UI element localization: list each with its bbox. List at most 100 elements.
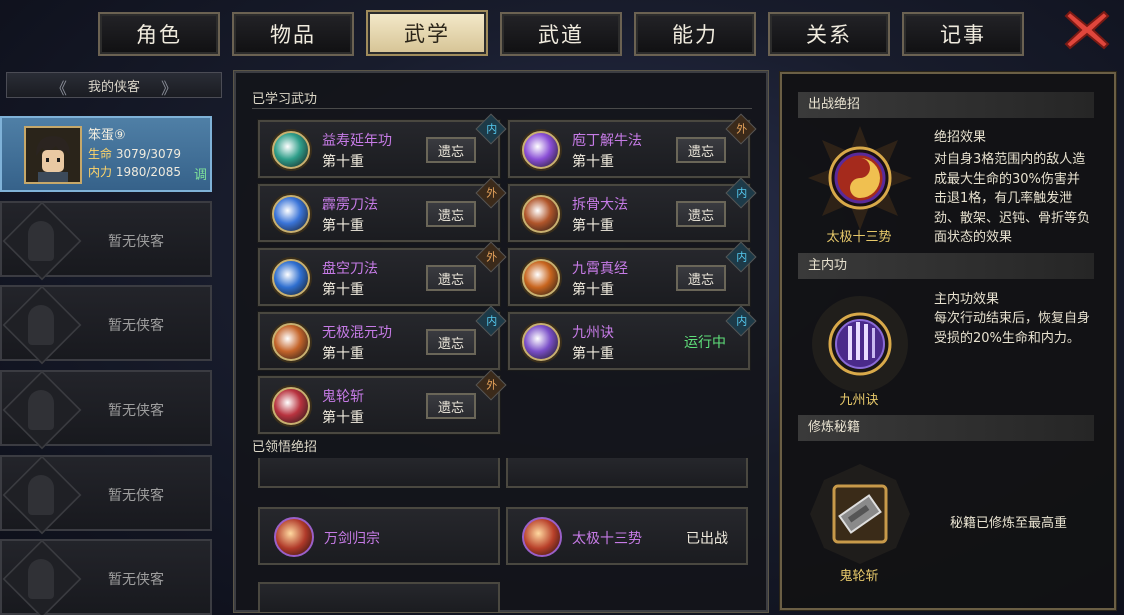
hero-name: 笨蛋⑨ bbox=[88, 128, 126, 143]
empty-slot-label: 暂无侠客 bbox=[108, 572, 164, 588]
skill-icon bbox=[522, 131, 560, 169]
skill-type-label: 内 bbox=[486, 122, 498, 136]
skill-card[interactable]: 霹雳刀法 第十重 遗忘外 bbox=[257, 177, 507, 243]
empty-slot-label: 暂无侠客 bbox=[108, 403, 164, 419]
inner-effect-text: 每次行动结束后，恢复自身受损的20%生命和内力。 bbox=[934, 311, 1091, 346]
skill-level: 第十重 bbox=[322, 282, 364, 298]
skill-name: 无极混元功 bbox=[322, 325, 392, 341]
ultimate-name: 万剑归宗 bbox=[324, 531, 380, 547]
close-icon[interactable] bbox=[1064, 8, 1110, 52]
ultimate-name: 太极十三势 bbox=[572, 531, 642, 547]
forget-button[interactable]: 遗忘 bbox=[676, 137, 726, 163]
tab-6[interactable]: 记事 bbox=[902, 12, 1024, 56]
ultimate-section-title: 已领悟绝招 bbox=[252, 440, 318, 455]
skill-level: 第十重 bbox=[322, 218, 364, 234]
skill-card[interactable]: 庖丁解牛法 第十重 遗忘外 bbox=[507, 113, 757, 179]
skill-level: 第十重 bbox=[322, 154, 364, 170]
learned-section-title: 已学习武功 bbox=[252, 92, 318, 107]
hero-slot-empty[interactable]: 暂无侠客 bbox=[0, 285, 212, 361]
hero-slot-empty[interactable]: 暂无侠客 bbox=[0, 201, 212, 277]
list-item bbox=[258, 458, 500, 488]
skill-card[interactable]: 九州诀 第十重 运行中内 bbox=[507, 305, 757, 371]
skill-type-label: 内 bbox=[736, 250, 748, 264]
forget-button[interactable]: 遗忘 bbox=[426, 201, 476, 227]
ultimate-icon bbox=[522, 517, 562, 557]
main-inner-header: 主内功 bbox=[798, 253, 1094, 279]
tab-0[interactable]: 角色 bbox=[98, 12, 220, 56]
battle-effect-text: 对自身3格范围内的敌人造成最大生命的30%伤害并击退1格，有几率触发泄劲、散架、… bbox=[934, 152, 1091, 244]
skill-level: 第十重 bbox=[572, 346, 614, 362]
hero-list-title: 我的侠客 bbox=[87, 79, 140, 95]
running-status: 运行中 bbox=[684, 335, 726, 351]
skill-name: 益寿延年功 bbox=[322, 133, 392, 149]
skill-type-label: 外 bbox=[736, 122, 748, 136]
divider bbox=[252, 108, 752, 109]
list-item bbox=[258, 582, 500, 612]
main-inner-caption: 九州诀 bbox=[839, 393, 879, 408]
tab-1[interactable]: 物品 bbox=[232, 12, 354, 56]
tab-5[interactable]: 关系 bbox=[768, 12, 890, 56]
list-item bbox=[506, 458, 748, 488]
forget-button[interactable]: 遗忘 bbox=[426, 265, 476, 291]
hero-slot-active[interactable]: 笨蛋⑨ 生命 3079/3079 内力 1980/2085 调 bbox=[0, 116, 212, 192]
battle-effect-title: 绝招效果 bbox=[934, 130, 987, 145]
skill-icon bbox=[272, 323, 310, 361]
skill-type-label: 内 bbox=[486, 314, 498, 328]
skill-level: 第十重 bbox=[572, 154, 614, 170]
skill-card[interactable]: 盘空刀法第十重 遗忘外 bbox=[257, 241, 507, 307]
jiuzhou-emblem-icon[interactable] bbox=[806, 290, 914, 398]
hero-slot-empty[interactable]: 暂无侠客 bbox=[0, 539, 212, 615]
avatar bbox=[24, 126, 82, 184]
chevron-right-icon[interactable]: 》 bbox=[161, 75, 177, 99]
ultimate-card[interactable]: 太极十三势 已出战 bbox=[506, 507, 748, 565]
skill-icon bbox=[272, 259, 310, 297]
hero-slot-empty[interactable]: 暂无侠客 bbox=[0, 455, 212, 531]
manual-status-text: 秘籍已修炼至最高重 bbox=[950, 516, 1068, 531]
skill-icon bbox=[522, 323, 560, 361]
skill-type-label: 内 bbox=[736, 186, 748, 200]
forget-button[interactable]: 遗忘 bbox=[676, 265, 726, 291]
empty-slot-label: 暂无侠客 bbox=[108, 488, 164, 504]
ultimate-card[interactable]: 万剑归宗 bbox=[258, 507, 500, 565]
ultimate-icon bbox=[274, 517, 314, 557]
empty-slot-label: 暂无侠客 bbox=[108, 234, 164, 250]
skill-type-label: 外 bbox=[486, 250, 498, 264]
battle-ultimate-header: 出战绝招 bbox=[798, 92, 1094, 118]
skill-icon bbox=[522, 195, 560, 233]
empty-slot-label: 暂无侠客 bbox=[108, 318, 164, 334]
manual-header: 修炼秘籍 bbox=[798, 415, 1094, 441]
forget-button[interactable]: 遗忘 bbox=[426, 137, 476, 163]
skill-icon bbox=[522, 259, 560, 297]
battle-ultimate-caption: 太极十三势 bbox=[826, 230, 892, 245]
chevron-left-icon[interactable]: 《 bbox=[51, 75, 67, 99]
skill-level: 第十重 bbox=[322, 410, 364, 426]
skill-card[interactable]: 鬼轮斩 第十重 遗忘外 bbox=[257, 369, 507, 435]
skill-name: 盘空刀法 bbox=[322, 261, 378, 277]
manual-caption: 鬼轮斩 bbox=[839, 569, 879, 584]
forget-button[interactable]: 遗忘 bbox=[676, 201, 726, 227]
skill-level: 第十重 bbox=[322, 346, 364, 362]
skill-card[interactable]: 拆骨大法 第十重 遗忘内 bbox=[507, 177, 757, 243]
hero-hp: 生命 3079/3079 bbox=[88, 147, 181, 161]
taiji-emblem-icon[interactable] bbox=[806, 124, 914, 232]
hero-list-header: 《 我的侠客 》 bbox=[6, 72, 222, 98]
skill-level: 第十重 bbox=[572, 218, 614, 234]
ultimate-status: 已出战 bbox=[686, 531, 728, 547]
hero-slot-empty[interactable]: 暂无侠客 bbox=[0, 370, 212, 446]
skill-icon bbox=[272, 131, 310, 169]
skill-card[interactable]: 九霄真经第十重 遗忘内 bbox=[507, 241, 757, 307]
skill-icon bbox=[272, 195, 310, 233]
forget-button[interactable]: 遗忘 bbox=[426, 393, 476, 419]
tab-4[interactable]: 能力 bbox=[634, 12, 756, 56]
skill-name: 九州诀 bbox=[572, 325, 614, 341]
skill-name: 九霄真经 bbox=[572, 261, 628, 277]
skill-level: 第十重 bbox=[572, 282, 614, 298]
inner-effect-title: 主内功效果 bbox=[934, 292, 1000, 307]
tab-3[interactable]: 武道 bbox=[500, 12, 622, 56]
hero-tag: 调 bbox=[194, 168, 208, 183]
skill-card[interactable]: 无极混元功第十重 遗忘内 bbox=[257, 305, 507, 371]
skill-card[interactable]: 益寿延年功第十重 遗忘内 bbox=[257, 113, 507, 179]
book-emblem-icon[interactable] bbox=[806, 460, 914, 568]
forget-button[interactable]: 遗忘 bbox=[426, 329, 476, 355]
tab-2[interactable]: 武学 bbox=[366, 10, 488, 56]
